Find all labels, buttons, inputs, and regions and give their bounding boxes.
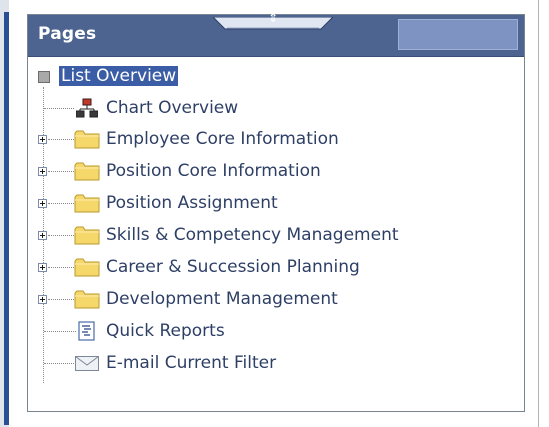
- tree-item-list-overview[interactable]: List Overview: [28, 64, 524, 92]
- tree-connector: [44, 363, 74, 364]
- tree-item-email-current-filter[interactable]: E-mail Current Filter: [28, 350, 524, 378]
- tree-item-label: Position Assignment: [106, 193, 278, 213]
- tree-item-quick-reports[interactable]: Quick Reports: [28, 318, 524, 346]
- tree-item-label: E-mail Current Filter: [106, 353, 277, 373]
- tree-item-label: Career & Succession Planning: [106, 257, 360, 277]
- square-icon: [38, 71, 50, 83]
- report-icon: [78, 321, 95, 341]
- expand-icon[interactable]: [38, 263, 47, 272]
- tree-item-development-management[interactable]: Development Management: [28, 286, 524, 314]
- left-frame-accent: [4, 12, 9, 425]
- tree-item-skills-competency-management[interactable]: Skills & Competency Management: [28, 222, 524, 250]
- tree-item-employee-core-information[interactable]: Employee Core Information: [28, 126, 524, 154]
- tree-item-label: Employee Core Information: [106, 129, 339, 149]
- expand-icon[interactable]: [38, 231, 47, 240]
- tree-item-label: Skills & Competency Management: [106, 225, 399, 245]
- tree-item-chart-overview[interactable]: Chart Overview: [28, 95, 524, 123]
- tree-connector: [48, 139, 74, 140]
- pages-panel: Pages ⇕ List Overview Chart Overview Emp…: [27, 11, 525, 412]
- tree-item-label: List Overview: [59, 66, 179, 86]
- tree-item-label: Quick Reports: [106, 321, 225, 341]
- org-chart-icon: [76, 98, 98, 118]
- envelope-icon: [75, 356, 99, 371]
- folder-icon: [74, 194, 100, 213]
- panel-header-control[interactable]: [398, 19, 518, 50]
- folder-icon: [74, 258, 100, 277]
- expand-icon[interactable]: [38, 135, 47, 144]
- panel-header: Pages ⇕: [28, 11, 524, 57]
- resize-arrows-icon: ⇕: [268, 11, 279, 25]
- tree-item-label: Chart Overview: [106, 98, 239, 118]
- tree-item-position-core-information[interactable]: Position Core Information: [28, 158, 524, 186]
- tree-connector: [48, 171, 74, 172]
- folder-icon: [74, 130, 100, 149]
- folder-icon: [74, 290, 100, 309]
- expand-icon[interactable]: [38, 295, 47, 304]
- folder-icon: [74, 226, 100, 245]
- expand-icon[interactable]: [38, 167, 47, 176]
- resize-handle[interactable]: ⇕: [211, 11, 335, 30]
- tree-connector: [44, 331, 76, 332]
- right-frame-edge: [538, 0, 549, 427]
- folder-icon: [74, 162, 100, 181]
- tree-item-career-succession-planning[interactable]: Career & Succession Planning: [28, 254, 524, 282]
- tree-item-position-assignment[interactable]: Position Assignment: [28, 190, 524, 218]
- tree-item-label: Development Management: [106, 289, 338, 309]
- tree-connector: [44, 108, 74, 109]
- left-frame-edge: [0, 0, 9, 427]
- tree-connector: [48, 203, 74, 204]
- tree-item-label: Position Core Information: [106, 161, 321, 181]
- tree-connector: [48, 235, 74, 236]
- tree-connector: [48, 299, 74, 300]
- tree-connector: [48, 267, 74, 268]
- expand-icon[interactable]: [38, 199, 47, 208]
- panel-title: Pages: [38, 24, 97, 44]
